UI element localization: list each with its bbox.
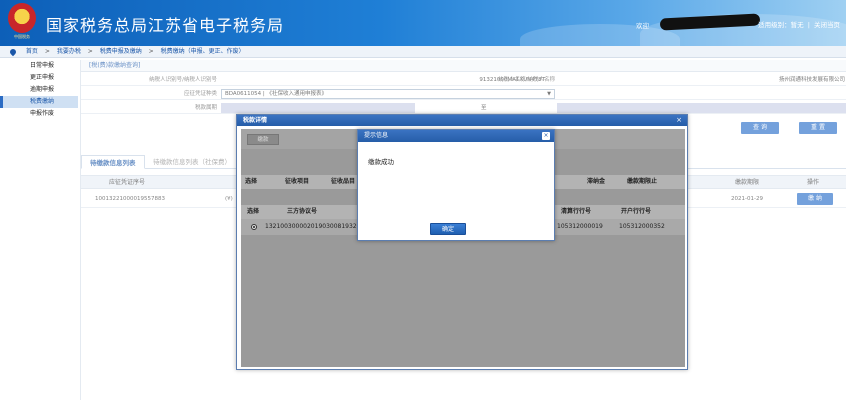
agreement-radio[interactable]: [251, 224, 257, 230]
sidebar-item-correct-declare[interactable]: 更正申报: [0, 72, 78, 84]
settle-bank-value: 105312000019: [557, 223, 603, 230]
location-pin-icon: [8, 47, 18, 56]
breadcrumb-sep: >: [148, 48, 154, 55]
user-links: 适用级别：暂无 | 关闭当页: [756, 19, 840, 29]
message-text: 缴款成功: [368, 158, 394, 166]
breadcrumb: 首页 > 我要办税 > 税费申报及缴纳 > 税费缴纳（申报、更正、作废）: [0, 46, 846, 58]
col-tax-category: 征收品目: [331, 178, 356, 185]
col-agreement-no: 三方协议号: [287, 208, 318, 215]
col-select: 选择: [245, 178, 258, 185]
col-pay-deadline: 缴款期限止: [627, 178, 658, 185]
breadcrumb-item-payment[interactable]: 税费缴纳（申报、更正、作废）: [161, 48, 245, 55]
tax-emblem-logo: [8, 3, 36, 33]
col-late-fee: 滞纳金: [587, 178, 606, 185]
role-label: 适用级别：暂无: [758, 21, 804, 29]
sidebar: 日常申报 更正申报 逾期申报 税费缴纳 申报作废: [0, 60, 78, 400]
welcome-text: 欢迎: [636, 22, 649, 30]
close-page-link[interactable]: 关闭当页: [814, 21, 840, 29]
breadcrumb-item-home[interactable]: 首页: [26, 48, 38, 55]
breadcrumb-sep: >: [44, 48, 50, 55]
breadcrumb-sep: >: [87, 48, 93, 55]
col-settle-bank: 清算行行号: [561, 208, 592, 215]
close-icon[interactable]: ×: [542, 132, 550, 140]
breadcrumb-item-declare[interactable]: 税费申报及缴纳: [100, 48, 142, 55]
sidebar-item-daily-declare[interactable]: 日常申报: [0, 60, 78, 72]
agreement-no-value: 132100300002019030081932: [265, 223, 357, 230]
ok-button[interactable]: 确定: [430, 223, 466, 235]
submit-pay-button[interactable]: 缴款: [247, 134, 279, 145]
col-select: 选择: [247, 208, 260, 215]
site-title: 国家税务总局江苏省电子税务局: [46, 16, 285, 35]
sidebar-item-tax-payment[interactable]: 税费缴纳: [0, 96, 78, 108]
close-icon[interactable]: ×: [676, 115, 682, 126]
col-open-bank: 开户行行号: [621, 208, 652, 215]
emblem-text: 中国税务: [14, 34, 30, 39]
divider: |: [807, 21, 810, 29]
sidebar-item-void-declare[interactable]: 申报作废: [0, 108, 78, 120]
sidebar-item-overdue-declare[interactable]: 逾期申报: [0, 84, 78, 96]
col-tax-item: 征收项目: [285, 178, 310, 185]
tax-details-title: 税款详情: [237, 115, 687, 126]
message-title: 提示信息: [358, 130, 554, 142]
breadcrumb-item-tax-office[interactable]: 我要办税: [57, 48, 81, 55]
app-header: 中国税务 国家税务总局江苏省电子税务局 欢迎 适用级别：暂无 | 关闭当页: [0, 0, 846, 46]
open-bank-value: 105312000352: [619, 223, 665, 230]
message-dialog: 提示信息 × 缴款成功 确定: [357, 129, 555, 241]
